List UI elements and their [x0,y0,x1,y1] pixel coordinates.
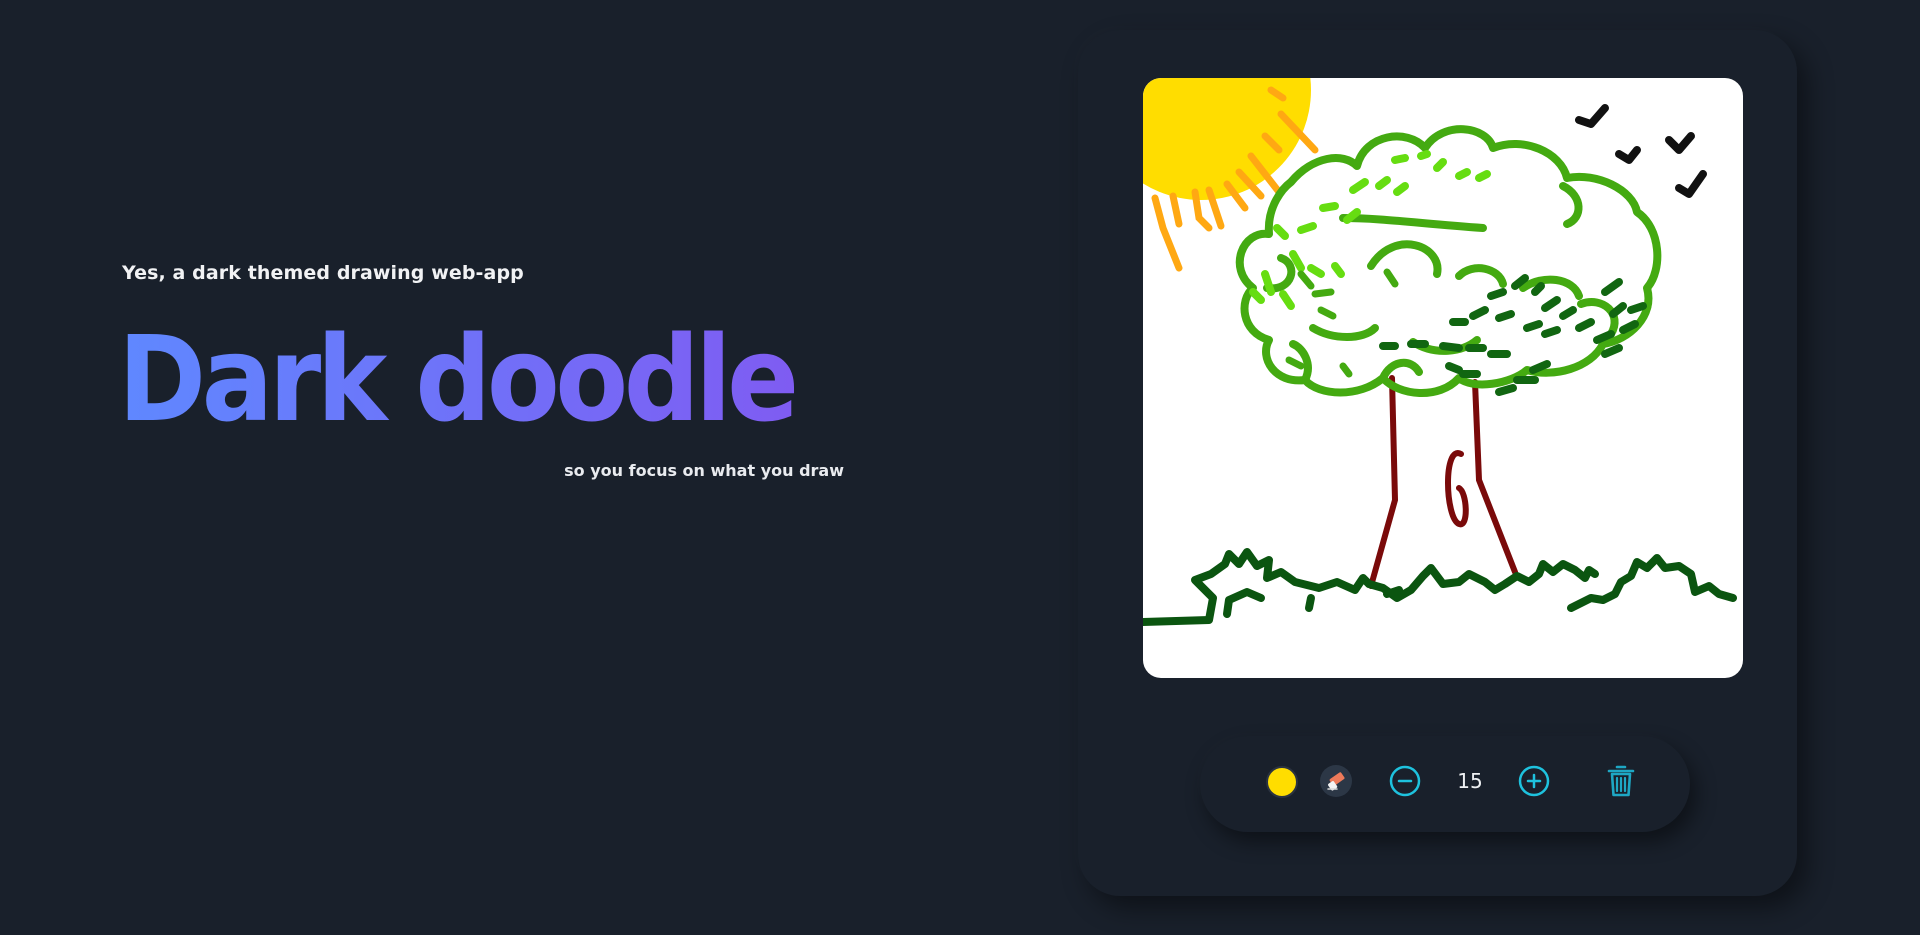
trash-icon [1607,765,1635,797]
increase-size-button[interactable] [1518,765,1550,797]
toolbar: 15 [1200,736,1690,832]
app-title: Dark doodle [118,310,799,448]
tree-canopy [1235,125,1662,397]
brush-size-value: 15 [1457,769,1483,793]
plus-circle-icon [1518,765,1550,797]
hero-eyebrow: Yes, a dark themed drawing web-app [122,262,524,284]
canvas-drawing [1143,78,1737,626]
grass [1143,548,1737,626]
color-swatch[interactable] [1266,766,1298,798]
eraser-button[interactable] [1320,765,1352,797]
drawing-canvas[interactable] [1143,78,1743,678]
hero-tagline: so you focus on what you draw [564,461,844,480]
decrease-size-button[interactable] [1389,765,1421,797]
clear-canvas-button[interactable] [1606,764,1636,798]
eraser-icon [1327,772,1345,791]
minus-circle-icon [1389,765,1421,797]
tree-trunk [1368,375,1518,589]
